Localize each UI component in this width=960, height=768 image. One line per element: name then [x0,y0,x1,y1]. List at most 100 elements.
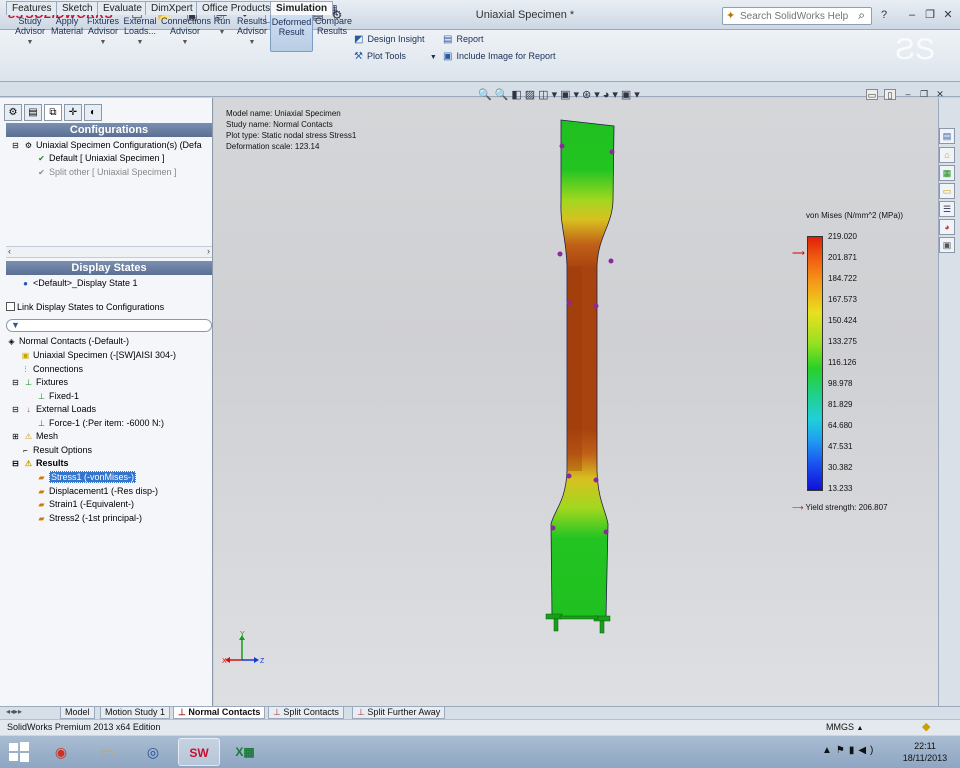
legend-value: 184.722 [828,274,857,283]
tree-results[interactable]: ⊟ ⚠ Results [10,457,68,470]
yield-marker-arrow-icon: ⟶ [792,248,805,258]
design-library-icon[interactable]: ▦ [939,165,955,181]
design-insight-button[interactable]: ◩ Design Insight [354,32,425,46]
close-icon[interactable]: ✕ [941,8,955,22]
units-dropdown-icon: ▲ [856,725,864,732]
filter-icon[interactable]: ▼ [11,320,20,330]
design-insight-icon: ◩ [354,34,364,45]
help-search-box[interactable]: ✦ ⌕ [722,7,872,25]
plot-icon: ▰ [38,500,45,509]
file-explorer-icon[interactable]: ▭ [939,183,955,199]
help-icon[interactable]: ? [877,8,891,22]
solidworks-resources-icon[interactable]: ▤ [939,128,955,144]
tree-connections[interactable]: ⫶ Connections [20,363,84,376]
study-root[interactable]: ◈ Normal Contacts (-Default-) [6,335,129,348]
link-display-states-checkbox[interactable]: Link Display States to Configurations [6,302,164,312]
tree-stress1[interactable]: ▰ Stress1 (-vonMises-) [36,471,137,484]
tab-motion-study-1[interactable]: Motion Study 1 [100,707,171,719]
clock[interactable]: 22:11 18/11/2013 [900,740,950,764]
scroll-left-icon[interactable]: ‹ [8,246,11,256]
home-icon[interactable]: ⌂ [939,147,955,163]
itunes-icon[interactable]: ◎ [132,738,174,766]
horizontal-scrollbar[interactable]: ‹ › [6,246,212,258]
external-loads-icon: ↓ [26,405,31,414]
units-selector[interactable]: MMGS ▲ [826,722,863,732]
excel-icon[interactable]: X▦ [224,738,266,766]
tab-scroll-arrows-icon[interactable]: ◂◂▸▸ [6,707,22,716]
tab-model[interactable]: Model [60,707,95,719]
tab-normal-contacts[interactable]: ⊥ Normal Contacts [173,707,266,719]
tree-part[interactable]: ▣ Uniaxial Specimen (-[SW]AISI 304-) [20,349,176,362]
display-state-item[interactable]: ● <Default>_Display State 1 [20,277,138,290]
file-explorer-taskbar-icon[interactable]: ▭ [86,738,128,766]
tree-filter-box[interactable]: ▼ [6,319,212,332]
tree-fixed-1[interactable]: ⊥ Fixed-1 [36,390,79,403]
checkbox-box[interactable] [6,302,15,311]
view-restore-icon[interactable]: ❐ [918,89,930,100]
config-default[interactable]: ✔ Default [ Uniaxial Specimen ] [36,152,164,165]
tab-sketch[interactable]: Sketch [56,1,99,15]
expand-icon[interactable]: ⊟ [10,403,21,416]
restore-icon[interactable]: ❐ [923,8,937,22]
tab-simulation[interactable]: Simulation [270,1,334,15]
minimize-icon[interactable]: – [905,8,919,22]
appearances-icon[interactable]: ◕ [939,219,955,235]
dimxpert-manager-icon[interactable]: ✛ [64,104,82,121]
axis-triad: Y X Z [222,631,265,665]
help-search-input[interactable] [740,9,850,23]
fixed-icon: ⊥ [38,392,45,401]
expand-icon[interactable]: ⊟ [10,376,21,389]
yield-strength-label: ⟶ Yield strength: 206.807 [792,503,888,512]
tree-external-loads[interactable]: ⊟ ↓ External Loads [10,403,96,416]
specimen-stress-plot[interactable] [530,116,640,636]
tree-strain1[interactable]: ▰ Strain1 (-Equivalent-) [36,498,134,511]
scroll-right-icon[interactable]: › [207,246,210,256]
tree-fixtures[interactable]: ⊟ ⊥ Fixtures [10,376,68,389]
solidworks-taskbar-icon[interactable]: SW [178,738,220,766]
fixtures-icon: ⊥ [25,378,32,387]
tree-stress2[interactable]: ▰ Stress2 (-1st principal-) [36,512,142,525]
checkmark-icon: ✔ [38,168,45,177]
collapse-icon[interactable]: ⊟ [10,457,21,470]
tab-split-contacts[interactable]: ⊥ Split Contacts [268,707,344,719]
config-split-other[interactable]: ✔ Split other [ Uniaxial Specimen ] [36,166,176,179]
collapse-icon[interactable]: ⊟ [10,139,21,152]
axis-y-label: Y [240,631,245,638]
expand-icon[interactable]: ⊞ [10,430,21,443]
configurations-root[interactable]: ⊟ ⚙ Uniaxial Specimen Configuration(s) (De… [10,139,201,152]
custom-properties-icon[interactable]: ▣ [939,237,955,253]
plot-icon: ▰ [38,514,45,523]
report-button[interactable]: ▤ Report [443,32,483,46]
chrome-icon[interactable]: ◉ [40,738,82,766]
feature-manager-icon[interactable]: ⚙ [4,104,22,121]
legend-value: 30.382 [828,463,853,472]
tab-dimxpert[interactable]: DimXpert [145,1,199,15]
legend-value: 150.424 [828,316,857,325]
result-options-icon: ⌐ [23,446,28,455]
tile-vertical-icon[interactable]: ▯ [884,89,896,100]
tree-mesh[interactable]: ⊞ ⚠ Mesh [10,430,58,443]
view-minimize-icon[interactable]: – [902,89,914,100]
edition-text: SolidWorks Premium 2013 x64 Edition [7,722,161,732]
configuration-manager-icon[interactable]: ⧉ [44,104,62,121]
search-icon[interactable]: ⌕ [858,8,865,23]
document-title: Uniaxial Specimen * [475,9,575,21]
tab-evaluate[interactable]: Evaluate [97,1,148,15]
system-tray-icons[interactable]: ▲⚑▮◀) [822,745,877,756]
axis-x-label: X [222,658,227,665]
include-image-button[interactable]: ▣ Include Image for Report [443,49,556,63]
rebuild-status-icon[interactable]: ◆ [922,720,930,733]
tab-office-products[interactable]: Office Products [196,1,277,15]
windows-start-icon[interactable] [8,741,30,763]
plot-tools-button[interactable]: ⚒ Plot Tools ▼ [354,49,437,63]
tab-split-further-away[interactable]: ⊥ Split Further Away [352,707,446,719]
tree-result-options[interactable]: ⌐ Result Options [20,444,92,457]
property-manager-icon[interactable]: ▤ [24,104,42,121]
tile-horizontal-icon[interactable]: ▭ [866,89,878,100]
display-manager-icon[interactable]: ◐ [84,104,102,121]
tree-displacement1[interactable]: ▰ Displacement1 (-Res disp-) [36,485,158,498]
heads-up-view-toolbar[interactable]: 🔍🔍◧▨◫▾▣▾⊛▾◕▾▣▾ [478,88,643,101]
tab-features[interactable]: Features [6,1,58,15]
view-palette-icon[interactable]: ☰ [939,201,955,217]
tree-force-1[interactable]: ⊥ Force-1 (:Per item: -6000 N:) [36,417,164,430]
